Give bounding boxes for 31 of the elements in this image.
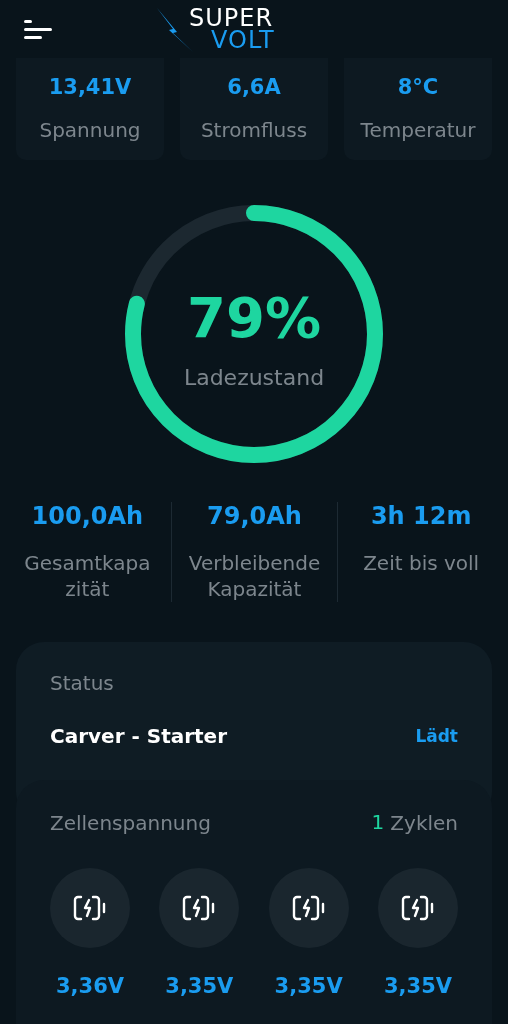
capacity-label: Zeit bis voll — [363, 550, 480, 576]
capacity-value: 3h 12m — [370, 502, 472, 530]
cell-voltage: 3,35V — [165, 974, 234, 998]
cycle-count: 1 — [371, 810, 385, 836]
cell-voltage: 3,35V — [274, 974, 343, 998]
battery-charging-icon — [291, 894, 326, 922]
charge-label: Ladezustand — [183, 364, 325, 393]
cell-voltage: 3,36V — [55, 974, 125, 998]
capacity-label: Verbleibende Kapazität — [187, 550, 322, 602]
metric-label: Temperatur — [360, 117, 476, 143]
menu-icon[interactable] — [24, 18, 54, 40]
status-title: Status — [50, 670, 115, 696]
cell-voltage: 3,35V — [383, 974, 452, 998]
charge-percent: 79% — [186, 285, 321, 351]
capacity-value: 79,0Ah — [207, 502, 302, 530]
cells-title: Zellenspannung — [50, 810, 211, 836]
capacity-value: 100,0Ah — [31, 502, 144, 530]
capacity-label: Gesamtkapa zität — [23, 550, 152, 602]
logo-text: VOLT — [211, 28, 275, 52]
cycle-label: Zyklen — [390, 810, 458, 836]
charging-status: Lädt — [415, 726, 458, 746]
battery-charging-icon — [182, 894, 217, 922]
battery-charging-icon — [73, 894, 107, 922]
logo-text: SUPER — [189, 6, 275, 30]
metric-value: 8°C — [397, 75, 439, 99]
battery-name: Carver - Starter — [50, 724, 228, 748]
battery-charging-icon — [401, 894, 435, 922]
metric-value: 13,41V — [48, 75, 132, 99]
metric-label: Stromfluss — [200, 117, 308, 143]
metric-value: 6,6A — [227, 75, 281, 99]
metric-label: Spannung — [39, 117, 141, 143]
